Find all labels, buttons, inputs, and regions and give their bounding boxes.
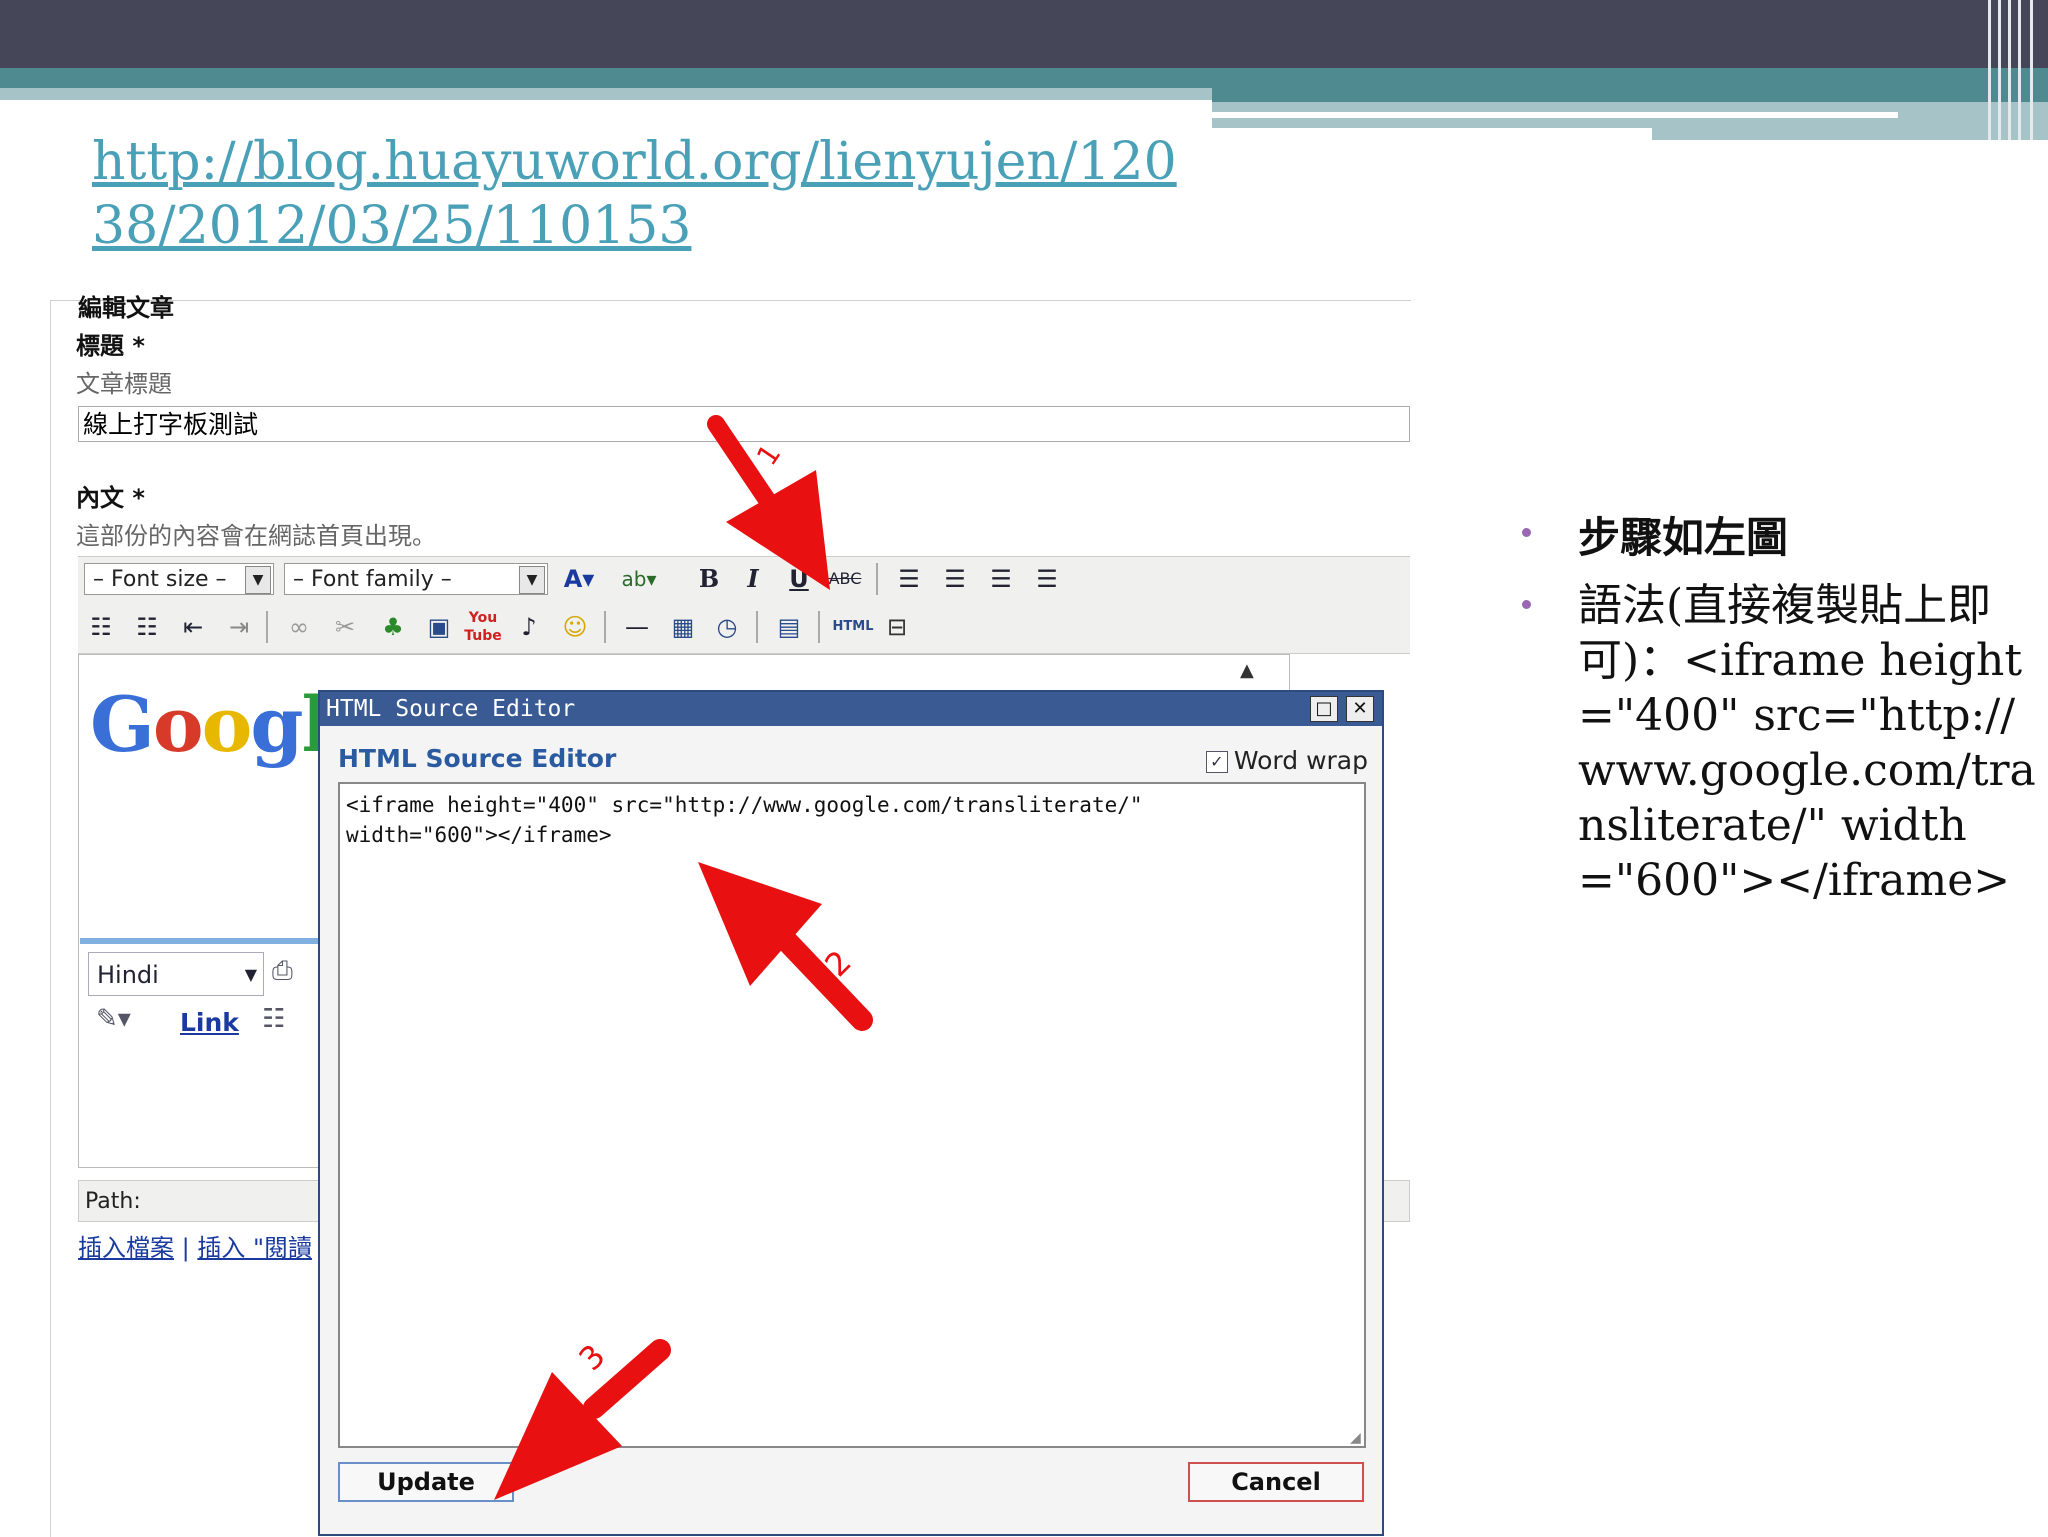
align-left-icon[interactable]: ☰: [890, 559, 928, 599]
title-hint: 文章標題: [76, 370, 172, 398]
path-label: Path:: [85, 1189, 141, 1214]
title-label: 標題 *: [76, 332, 145, 360]
bullet-text: 語法(直接複製貼上即可)：<iframe height="400" src="h…: [1578, 580, 2036, 906]
scroll-up-icon[interactable]: ▲: [1240, 660, 1254, 681]
indent-icon[interactable]: ⇥: [220, 607, 258, 647]
transliterate-divider: [80, 938, 320, 944]
bullet-dot: [1522, 600, 1531, 609]
blog-url-link[interactable]: http://blog.huayuworld.org/lienyujen/120…: [92, 130, 1202, 258]
slide-header-accent: [0, 68, 1212, 88]
link-button[interactable]: Link: [180, 1008, 239, 1037]
align-center-icon[interactable]: ☰: [936, 559, 974, 599]
toolbar-separator: [604, 611, 606, 643]
dialog-heading: HTML Source Editor: [338, 744, 617, 773]
clock-icon[interactable]: ◷: [708, 607, 746, 647]
slide-header-stripe: [1998, 0, 2001, 140]
language-select-value: Hindi: [97, 961, 159, 989]
insert-read-more-link[interactable]: 插入 "閱讀: [197, 1234, 312, 1262]
maximize-icon[interactable]: □: [1310, 696, 1338, 722]
slide-header-stripe: [2030, 0, 2033, 140]
unlink-icon[interactable]: ✂: [326, 607, 364, 647]
word-wrap-checkbox[interactable]: ✓: [1205, 751, 1228, 773]
italic-icon[interactable]: I: [734, 559, 772, 599]
html-source-button[interactable]: HTML: [830, 607, 876, 647]
horizontal-rule-icon[interactable]: —: [618, 607, 656, 647]
link-icon[interactable]: ∞: [280, 607, 318, 647]
print-icon[interactable]: ⎙: [272, 956, 293, 987]
chevron-down-icon: ▼: [519, 566, 545, 594]
font-size-label: – Font size –: [93, 567, 227, 592]
chevron-down-icon: ▼: [244, 965, 257, 984]
chevron-down-icon: ▼: [245, 566, 271, 594]
outdent-icon[interactable]: ⇤: [174, 607, 212, 647]
section-title: 編輯文章: [78, 294, 174, 322]
resize-grip-icon[interactable]: ◢: [1350, 1430, 1361, 1446]
strikethrough-icon[interactable]: ABC: [826, 559, 864, 599]
bullet-list: 步驟如左圖 語法(直接複製貼上即可)：<iframe height="400" …: [1518, 506, 2038, 908]
youtube-icon[interactable]: You Tube: [464, 607, 502, 649]
image-icon[interactable]: ▣: [420, 607, 458, 647]
title-input[interactable]: 線上打字板測試: [78, 406, 1410, 442]
close-icon[interactable]: ✕: [1346, 696, 1374, 722]
bullet-text: 步驟如左圖: [1578, 513, 1789, 562]
font-family-select[interactable]: – Font family – ▼: [284, 563, 548, 595]
bullet-item: 步驟如左圖: [1518, 506, 2038, 570]
slide-header-stripe: [2018, 0, 2021, 140]
insert-file-link[interactable]: 插入檔案: [78, 1234, 174, 1262]
bullet-list-icon[interactable]: ☷: [82, 607, 120, 647]
pen-icon[interactable]: ✎▾: [96, 1004, 131, 1034]
toolbar-separator: [756, 611, 758, 643]
update-button[interactable]: Update: [338, 1462, 514, 1502]
dialog-title: HTML Source Editor: [320, 692, 1382, 726]
html-source-dialog: HTML Source Editor □ ✕ HTML Source Edito…: [318, 690, 1384, 1536]
word-wrap-label: Word wrap: [1233, 746, 1368, 775]
slide-header-line-2: [1212, 128, 1652, 140]
insert-links: 插入檔案 | 插入 "閱讀: [78, 1228, 312, 1263]
list-icon[interactable]: ☷: [262, 1004, 285, 1034]
cancel-button[interactable]: Cancel: [1188, 1462, 1364, 1502]
body-hint: 這部份的內容會在網誌首頁出現。: [76, 522, 436, 550]
toolbar-separator: [266, 611, 268, 643]
font-size-select[interactable]: – Font size – ▼: [84, 563, 274, 595]
calendar-icon[interactable]: ▦: [664, 607, 702, 647]
align-justify-icon[interactable]: ☰: [1028, 559, 1066, 599]
source-code-textarea[interactable]: <iframe height="400" src="http://www.goo…: [338, 782, 1366, 1448]
slide-header-stripe: [2008, 0, 2011, 140]
bullet-item: 語法(直接複製貼上即可)：<iframe height="400" src="h…: [1518, 578, 2038, 908]
slide-header-right-accent: [1212, 68, 2048, 102]
slide-header-stripe: [1988, 0, 1991, 140]
link-separator: |: [181, 1234, 190, 1262]
body-label: 內文 *: [76, 484, 145, 512]
page-break-icon[interactable]: ⊟: [878, 607, 916, 647]
toolbar-separator: [876, 563, 878, 595]
font-color-icon[interactable]: A▾: [560, 559, 598, 599]
language-select[interactable]: Hindi ▼: [88, 952, 264, 996]
emoticon-icon[interactable]: ☺: [556, 607, 594, 647]
underline-icon[interactable]: U: [780, 559, 818, 599]
highlight-color-icon[interactable]: ab▾: [620, 559, 658, 599]
slide-header-accent-light: [0, 88, 1212, 100]
align-right-icon[interactable]: ☰: [982, 559, 1020, 599]
bullet-dot: [1522, 528, 1531, 537]
slide-header-bar: [0, 0, 2048, 68]
word-wrap-option[interactable]: ✓ Word wrap: [1205, 746, 1368, 775]
slide-header-line: [1212, 112, 1898, 118]
font-family-label: – Font family –: [293, 567, 452, 592]
numbered-list-icon[interactable]: ☷: [128, 607, 166, 647]
anchor-icon[interactable]: ♣: [374, 607, 412, 647]
media-icon[interactable]: ♪: [510, 607, 548, 647]
bold-icon[interactable]: B: [690, 559, 728, 599]
fullscreen-icon[interactable]: ▤: [770, 607, 808, 647]
toolbar-separator: [818, 611, 820, 643]
